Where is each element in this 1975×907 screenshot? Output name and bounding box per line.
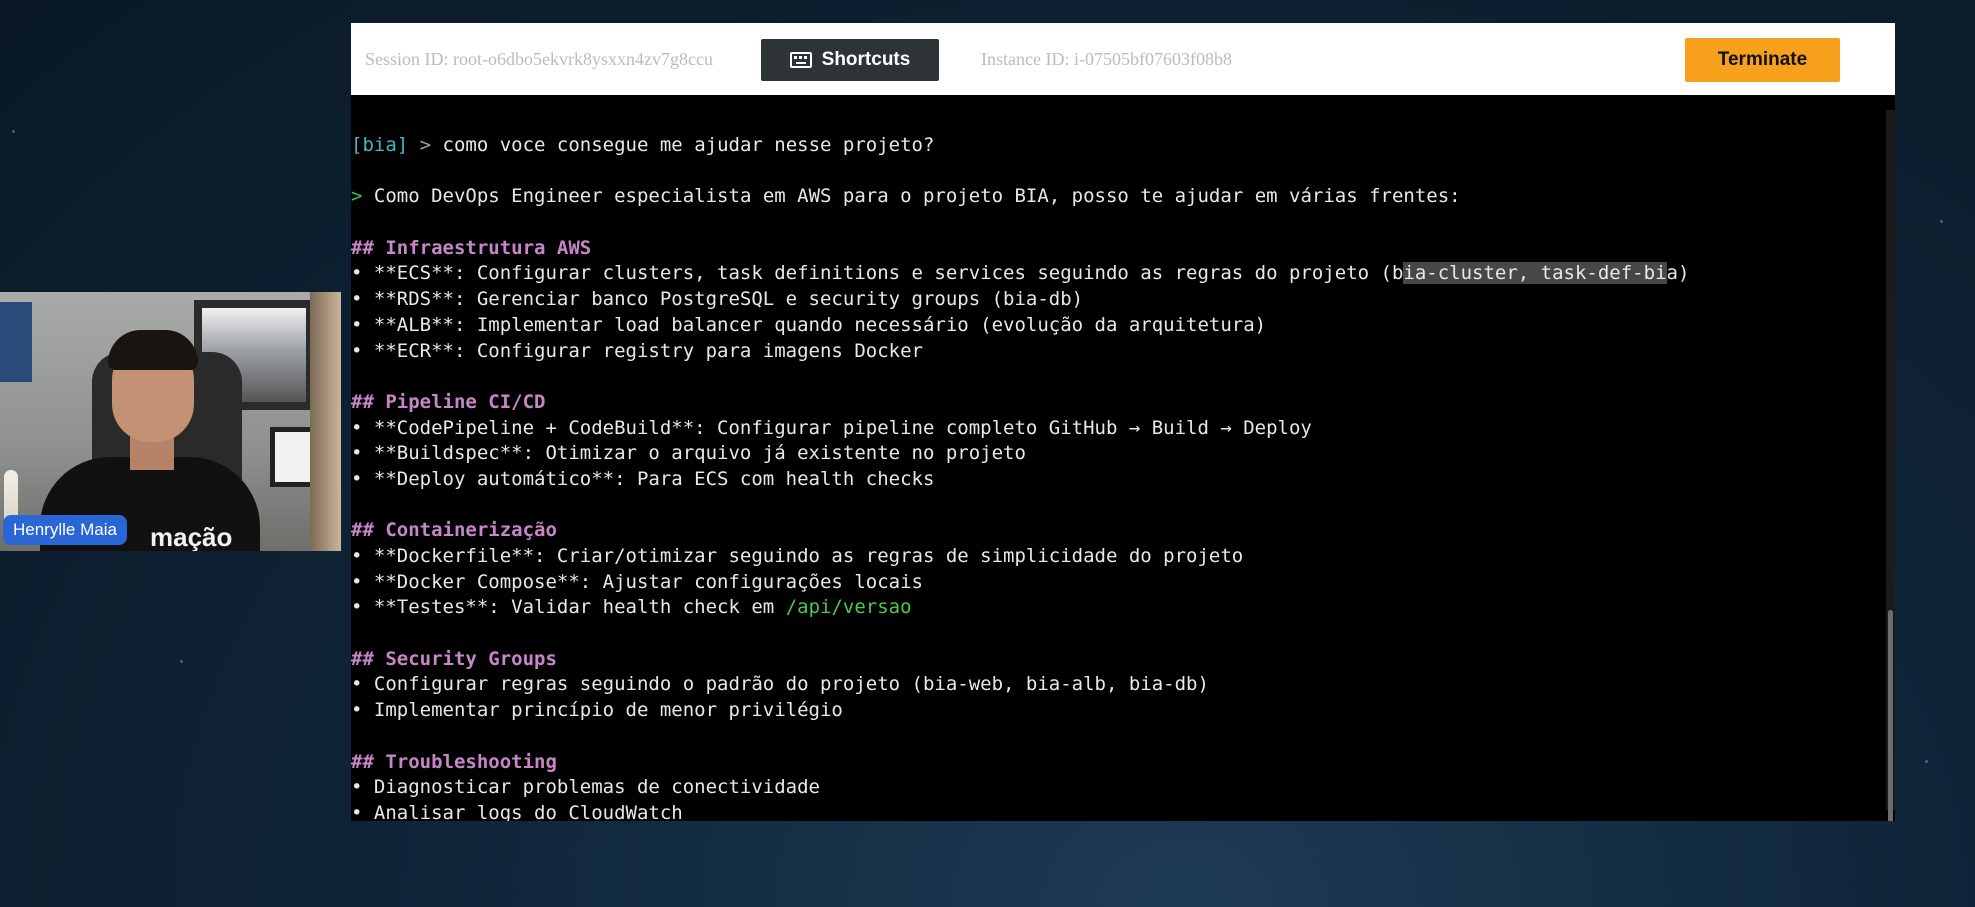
- terminate-button[interactable]: Terminate: [1685, 38, 1840, 82]
- user-input: como voce consegue me ajudar nesse proje…: [442, 134, 935, 156]
- presenter-name-badge: Henrylle Maia: [3, 515, 127, 545]
- terminal-output[interactable]: [bia] > como voce consegue me ajudar nes…: [351, 95, 1895, 821]
- wall-poster: [0, 302, 32, 382]
- terminal-line: [bia] > como voce consegue me ajudar nes…: [351, 133, 1689, 159]
- terminal-line: • **ALB**: Implementar load balancer qua…: [351, 313, 1267, 336]
- presenter-hair: [108, 330, 198, 370]
- api-path: /api/versao: [785, 596, 912, 619]
- terminal-line: • **RDS**: Gerenciar banco PostgreSQL e …: [351, 288, 1084, 311]
- webcam-video: mação: [0, 292, 341, 551]
- section-heading: ## Containerização: [351, 519, 557, 542]
- session-toolbar: Session ID: root-o6dbo5ekvrk8ysxxn4zv7g8…: [351, 23, 1895, 95]
- line-text: • **Testes**: Validar health check em: [351, 596, 786, 619]
- bookshelf: [310, 292, 341, 551]
- terminal-lines: [bia] > como voce consegue me ajudar nes…: [351, 133, 1689, 821]
- shirt-text: mação: [150, 522, 233, 551]
- section-heading: ## Pipeline CI/CD: [351, 390, 546, 413]
- terminal-line: • **CodePipeline + CodeBuild**: Configur…: [351, 416, 1312, 439]
- terminal-line: > Como DevOps Engineer especialista em A…: [351, 184, 1689, 210]
- shortcuts-button[interactable]: Shortcuts: [761, 39, 939, 81]
- terminal-line: • **Deploy automático**: Para ECS com he…: [351, 467, 935, 490]
- response-arrow: >: [351, 185, 374, 208]
- terminal-line: • Analisar logs do CloudWatch: [351, 801, 683, 821]
- line-text: b: [1391, 262, 1404, 285]
- prompt-arrow: >: [408, 134, 443, 156]
- background-star: [180, 660, 183, 663]
- instance-id: Instance ID: i-07505bf07603f08b8: [981, 49, 1232, 69]
- line-text: • **ECS**: Configurar clusters, task def…: [351, 262, 1392, 285]
- terminal-line: • Implementar princípio de menor privilé…: [351, 699, 843, 722]
- terminal-scrollbar-thumb[interactable]: [1888, 610, 1893, 821]
- response-intro: Como DevOps Engineer especialista em AWS…: [373, 185, 1461, 208]
- shortcuts-label: Shortcuts: [821, 49, 911, 70]
- line-text: a): [1666, 262, 1690, 285]
- background-star: [1940, 220, 1943, 223]
- section-heading: ## Troubleshooting: [351, 750, 557, 773]
- session-id: Session ID: root-o6dbo5ekvrk8ysxxn4zv7g8…: [365, 49, 713, 69]
- terminal-line: • Configurar regras seguindo o padrão do…: [351, 673, 1209, 696]
- terminal-line: • Diagnosticar problemas de conectividad…: [351, 776, 820, 799]
- terminal-line: • **Docker Compose**: Ajustar configuraç…: [351, 570, 923, 593]
- terminal-line: • **Testes**: Validar health check em /a…: [351, 595, 1689, 621]
- prompt-tag: [bia]: [351, 134, 409, 156]
- terminal-line: • **Dockerfile**: Criar/otimizar seguind…: [351, 545, 1244, 567]
- keyboard-icon: [789, 52, 812, 68]
- terminal-line: • **ECS**: Configurar clusters, task def…: [351, 261, 1689, 287]
- background-star: [1925, 760, 1928, 763]
- section-heading: ## Infraestrutura AWS: [351, 236, 592, 259]
- terminal-line: • **ECR**: Configurar registry para imag…: [351, 339, 923, 362]
- background-star: [12, 130, 15, 133]
- terminal-line: • **Buildspec**: Otimizar o arquivo já e…: [351, 442, 1026, 465]
- section-heading: ## Security Groups: [351, 647, 557, 670]
- selected-text: ia-cluster, task-def-bi: [1403, 262, 1667, 285]
